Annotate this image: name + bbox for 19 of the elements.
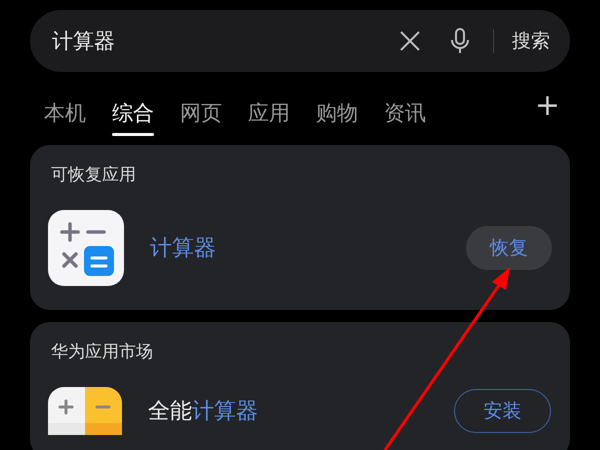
tab[interactable]: 综合 — [112, 78, 154, 138]
app-name: 计算器 — [150, 235, 217, 263]
section-title: 可恢复应用 — [51, 164, 137, 186]
search-button[interactable]: 搜索 — [512, 28, 550, 54]
app-name: 全能计算器 — [148, 398, 259, 426]
tab[interactable]: 应用 — [248, 78, 290, 138]
install-button[interactable]: 安装 — [454, 389, 551, 433]
tab[interactable]: 本机 — [44, 78, 86, 138]
section-title: 华为应用市场 — [51, 341, 154, 363]
calculator-app-icon — [48, 210, 124, 286]
microphone-icon[interactable] — [451, 28, 469, 54]
tab[interactable]: 资讯 — [384, 78, 426, 138]
calculator-app-icon — [48, 387, 122, 435]
clear-icon[interactable] — [399, 30, 421, 52]
tab[interactable]: 网页 — [180, 78, 222, 138]
search-bar[interactable]: 计算器 搜索 — [30, 10, 570, 72]
search-input[interactable]: 计算器 — [50, 28, 399, 54]
tab[interactable]: 购物 — [316, 78, 358, 138]
add-tab-button[interactable]: + — [534, 78, 560, 123]
